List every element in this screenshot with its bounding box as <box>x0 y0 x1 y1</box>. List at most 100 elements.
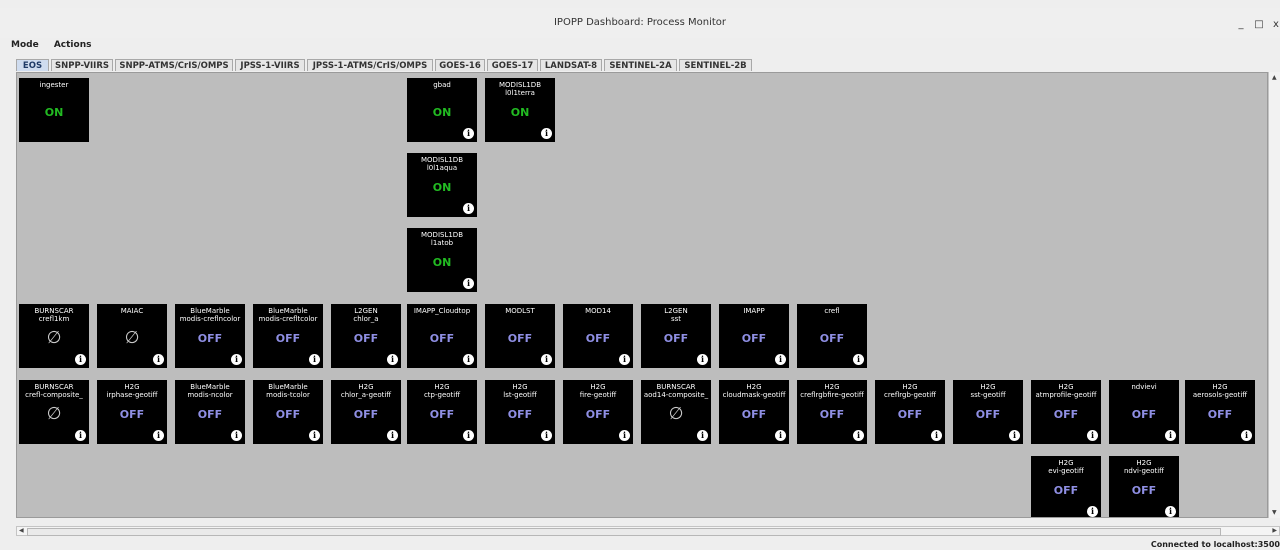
info-icon[interactable]: i <box>1009 430 1020 441</box>
process-box[interactable]: gbad ON i <box>407 78 477 142</box>
process-box[interactable]: ndvievi OFF i <box>1109 380 1179 444</box>
process-box[interactable]: H2G evi-geotiff OFF i <box>1031 456 1101 517</box>
process-box[interactable]: MODISL1DB l1atob ON i <box>407 228 477 292</box>
process-box[interactable]: MODLST OFF i <box>485 304 555 368</box>
process-box[interactable]: BlueMarble modis-ncolor OFF i <box>175 380 245 444</box>
process-box[interactable]: BlueMarble modis-creflncolor OFF i <box>175 304 245 368</box>
process-box[interactable]: H2G atmprofile-geotiff OFF i <box>1031 380 1101 444</box>
process-name-line: gbad <box>433 81 451 89</box>
process-box[interactable]: L2GEN sst OFF i <box>641 304 711 368</box>
info-icon[interactable]: i <box>463 128 474 139</box>
process-box[interactable]: BURNSCAR crefl-composite_ ∅ i <box>19 380 89 444</box>
info-icon[interactable]: i <box>1087 506 1098 517</box>
vertical-scrollbar[interactable]: ▲ ▼ <box>1268 72 1280 518</box>
info-icon[interactable]: i <box>541 354 552 365</box>
info-icon[interactable]: i <box>931 430 942 441</box>
tab-landsat-8[interactable]: LANDSAT-8 <box>540 59 602 71</box>
process-box[interactable]: H2G cloudmask-geotiff OFF i <box>719 380 789 444</box>
process-box[interactable]: BlueMarble modis-crefltcolor OFF i <box>253 304 323 368</box>
tab-goes-16[interactable]: GOES-16 <box>435 59 485 71</box>
tab-eos[interactable]: EOS <box>16 59 49 71</box>
process-name-line: aerosols-geotiff <box>1192 391 1248 399</box>
process-box[interactable]: H2G fire-geotiff OFF i <box>563 380 633 444</box>
process-box[interactable]: H2G ctp-geotiff OFF i <box>407 380 477 444</box>
process-name-line: MODISL1DB <box>499 81 541 89</box>
info-icon[interactable]: i <box>1165 430 1176 441</box>
menu-actions[interactable]: Actions <box>54 38 92 52</box>
process-box[interactable]: H2G aerosols-geotiff OFF i <box>1185 380 1255 444</box>
process-panel: ingester ON gbad ON i MODISL1DB l0l1terra ON i MO… <box>16 72 1268 518</box>
process-name: H2G ctp-geotiff <box>407 383 477 399</box>
horizontal-scrollbar[interactable]: ◀ ▶ <box>16 526 1280 536</box>
scroll-down-icon[interactable]: ▼ <box>1272 509 1277 516</box>
process-box[interactable]: BURNSCAR crefl1km ∅ i <box>19 304 89 368</box>
info-icon[interactable]: i <box>75 430 86 441</box>
info-icon[interactable]: i <box>697 354 708 365</box>
process-box[interactable]: MAIAC ∅ i <box>97 304 167 368</box>
process-status: OFF <box>819 332 845 345</box>
process-box[interactable]: MODISL1DB l0l1terra ON i <box>485 78 555 142</box>
process-box[interactable]: H2G creflrgbfire-geotiff OFF i <box>797 380 867 444</box>
process-box[interactable]: BURNSCAR aod14-composite_ ∅ i <box>641 380 711 444</box>
info-icon[interactable]: i <box>697 430 708 441</box>
minimize-icon[interactable]: _ <box>1236 20 1246 30</box>
process-box[interactable]: MODISL1DB l0l1aqua ON i <box>407 153 477 217</box>
info-icon[interactable]: i <box>541 128 552 139</box>
process-name-line: modis-tcolor <box>266 391 310 399</box>
info-icon[interactable]: i <box>463 278 474 289</box>
process-name: MAIAC <box>97 307 167 315</box>
tab-goes-17[interactable]: GOES-17 <box>487 59 538 71</box>
info-icon[interactable]: i <box>309 430 320 441</box>
maximize-icon[interactable]: □ <box>1254 20 1264 30</box>
process-box[interactable]: MOD14 OFF i <box>563 304 633 368</box>
tab-sentinel-2a[interactable]: SENTINEL-2A <box>604 59 677 71</box>
menu-mode[interactable]: Mode <box>11 38 39 52</box>
process-box[interactable]: IMAPP OFF i <box>719 304 789 368</box>
info-icon[interactable]: i <box>75 354 86 365</box>
process-box[interactable]: BlueMarble modis-tcolor OFF i <box>253 380 323 444</box>
tab-sentinel-2b[interactable]: SENTINEL-2B <box>679 59 752 71</box>
scrollbar-thumb[interactable] <box>27 528 1221 536</box>
process-box[interactable]: crefl OFF i <box>797 304 867 368</box>
tab-jpss-1-atms-cris-omps[interactable]: JPSS-1-ATMS/CrIS/OMPS <box>307 59 433 71</box>
process-name-line: lst-geotiff <box>503 391 537 399</box>
scroll-up-icon[interactable]: ▲ <box>1272 74 1277 81</box>
process-box[interactable]: H2G creflrgb-geotiff OFF i <box>875 380 945 444</box>
process-box[interactable]: L2GEN chlor_a OFF i <box>331 304 401 368</box>
process-box[interactable]: H2G lst-geotiff OFF i <box>485 380 555 444</box>
tab-snpp-viirs[interactable]: SNPP-VIIRS <box>51 59 113 71</box>
process-box[interactable]: ingester ON <box>19 78 89 142</box>
process-box[interactable]: IMAPP_Cloudtop OFF i <box>407 304 477 368</box>
process-box[interactable]: H2G chlor_a-geotiff OFF i <box>331 380 401 444</box>
info-icon[interactable]: i <box>541 430 552 441</box>
scroll-left-icon[interactable]: ◀ <box>19 527 24 535</box>
process-box[interactable]: H2G irphase-geotiff OFF i <box>97 380 167 444</box>
info-icon[interactable]: i <box>463 354 474 365</box>
info-icon[interactable]: i <box>153 430 164 441</box>
scroll-right-icon[interactable]: ▶ <box>1272 527 1277 535</box>
info-icon[interactable]: i <box>619 430 630 441</box>
info-icon[interactable]: i <box>231 430 242 441</box>
info-icon[interactable]: i <box>1241 430 1252 441</box>
info-icon[interactable]: i <box>1087 430 1098 441</box>
info-icon[interactable]: i <box>853 430 864 441</box>
info-icon[interactable]: i <box>231 354 242 365</box>
info-icon[interactable]: i <box>309 354 320 365</box>
info-icon[interactable]: i <box>463 203 474 214</box>
info-icon[interactable]: i <box>387 354 398 365</box>
info-icon[interactable]: i <box>853 354 864 365</box>
process-status: OFF <box>741 408 767 421</box>
info-icon[interactable]: i <box>387 430 398 441</box>
process-box[interactable]: H2G ndvi-geotiff OFF i <box>1109 456 1179 517</box>
process-box[interactable]: H2G sst-geotiff OFF i <box>953 380 1023 444</box>
info-icon[interactable]: i <box>775 354 786 365</box>
close-icon[interactable]: x <box>1272 20 1280 30</box>
info-icon[interactable]: i <box>775 430 786 441</box>
tab-snpp-atms-cris-omps[interactable]: SNPP-ATMS/CrIS/OMPS <box>115 59 233 71</box>
info-icon[interactable]: i <box>619 354 630 365</box>
info-icon[interactable]: i <box>153 354 164 365</box>
info-icon[interactable]: i <box>463 430 474 441</box>
process-name-line: ctp-geotiff <box>423 391 461 399</box>
tab-jpss-1-viirs[interactable]: JPSS-1-VIIRS <box>235 59 305 71</box>
info-icon[interactable]: i <box>1165 506 1176 517</box>
